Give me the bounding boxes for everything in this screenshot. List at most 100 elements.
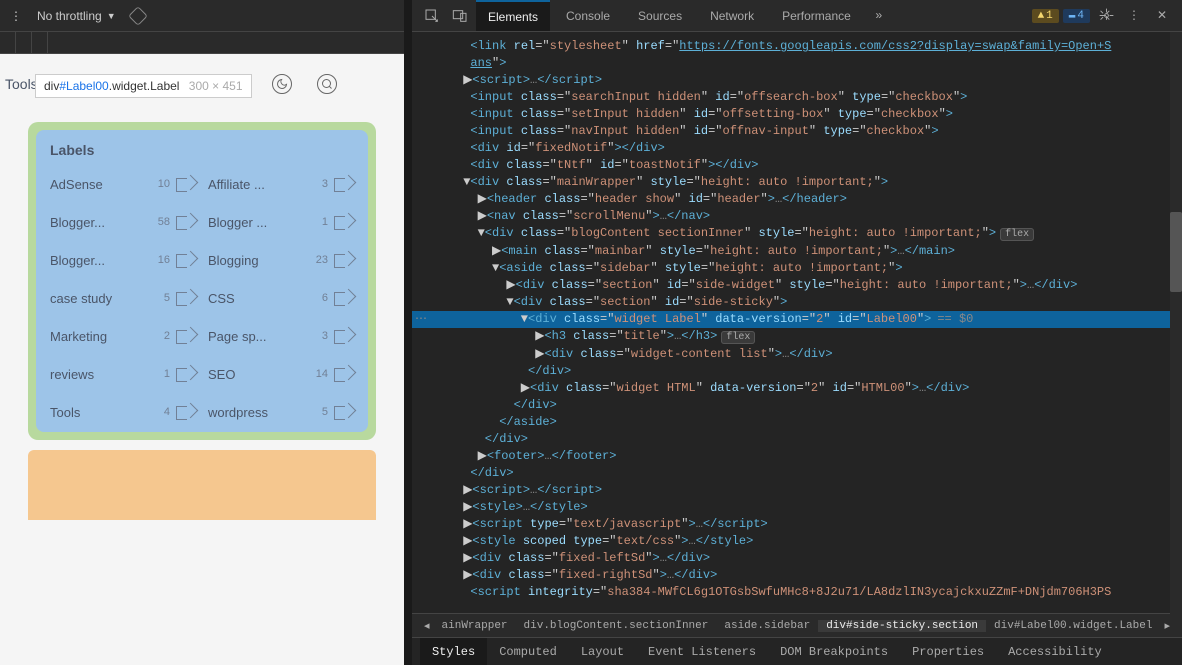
dom-line[interactable]: ▼<div class="section" id="side-sticky"> — [412, 294, 1182, 311]
label-item[interactable]: AdSense10 — [50, 176, 196, 192]
dom-line[interactable]: <input class="navInput hidden" id="offna… — [412, 123, 1182, 140]
dom-line[interactable]: ▼<div class="mainWrapper" style="height:… — [412, 174, 1182, 191]
dom-line[interactable]: <input class="setInput hidden" id="offse… — [412, 106, 1182, 123]
label-item[interactable]: Blogger...16 — [50, 252, 196, 268]
tooltip-dimensions: 300 × 451 — [189, 79, 243, 93]
label-item[interactable]: Blogger ...1 — [208, 214, 354, 230]
label-item[interactable]: Blogger...58 — [50, 214, 196, 230]
subtab-styles[interactable]: Styles — [420, 638, 487, 665]
warnings-badge[interactable]: ▲ 1 — [1032, 9, 1059, 23]
dom-line[interactable]: <div id="fixedNotif"></div> — [412, 140, 1182, 157]
dom-line[interactable]: ▼<div class="blogContent sectionInner" s… — [412, 225, 1182, 243]
pane-divider[interactable]: ⋮⋮ — [404, 0, 412, 665]
ruler-row — [0, 32, 404, 54]
crumb-3[interactable]: div#side-sticky.section — [818, 620, 986, 632]
arrow-icon — [176, 328, 196, 344]
label-count: 3 — [322, 330, 328, 342]
dom-line[interactable]: ans"> — [412, 55, 1182, 72]
scrollbar-thumb[interactable] — [1170, 212, 1182, 292]
label-item[interactable]: Blogging23 — [208, 252, 354, 268]
dom-line[interactable]: <link rel="stylesheet" href="https://fon… — [412, 38, 1182, 55]
label-item[interactable]: case study5 — [50, 290, 196, 306]
more-icon[interactable]: ⋮ — [10, 9, 22, 23]
label-count: 23 — [316, 254, 328, 266]
label-item[interactable]: wordpress5 — [208, 404, 354, 420]
tab-elements[interactable]: Elements — [476, 0, 550, 31]
tab-network[interactable]: Network — [698, 0, 766, 31]
crumb-4[interactable]: div#Label00.widget.Label — [986, 620, 1160, 632]
label-item[interactable]: Affiliate ...3 — [208, 176, 354, 192]
chevron-down-icon: ▼ — [107, 11, 116, 21]
subtab-accessibility[interactable]: Accessibility — [996, 638, 1114, 665]
dom-line[interactable]: ▶<footer>…</footer> — [412, 448, 1182, 465]
subtab-event-listeners[interactable]: Event Listeners — [636, 638, 768, 665]
dom-line[interactable]: </aside> — [412, 414, 1182, 431]
tab-console[interactable]: Console — [554, 0, 622, 31]
arrow-icon — [334, 366, 354, 382]
subtab-layout[interactable]: Layout — [569, 638, 636, 665]
label-name: Affiliate ... — [208, 177, 316, 192]
dom-line[interactable]: ⋯ ▼<div class="widget Label" data-versio… — [412, 311, 1182, 328]
label-count: 14 — [316, 368, 328, 380]
label-item[interactable]: reviews1 — [50, 366, 196, 382]
dom-line[interactable]: ▶<style>…</style> — [412, 499, 1182, 516]
dom-line[interactable]: ▶<div class="section" id="side-widget" s… — [412, 277, 1182, 294]
dom-line[interactable]: ▶<div class="fixed-rightSd">…</div> — [412, 567, 1182, 584]
label-name: wordpress — [208, 405, 316, 420]
subtab-properties[interactable]: Properties — [900, 638, 996, 665]
kebab-icon[interactable]: ⋮ — [1122, 4, 1146, 28]
crumb-0[interactable]: ainWrapper — [434, 620, 516, 632]
device-toolbar: ⋮ No throttling ▼ — [0, 0, 404, 32]
dom-tree[interactable]: <link rel="stylesheet" href="https://fon… — [412, 32, 1182, 613]
label-name: Blogger... — [50, 253, 152, 268]
label-name: SEO — [208, 367, 310, 382]
dom-line[interactable]: <div class="tNtf" id="toastNotif"></div> — [412, 157, 1182, 174]
dom-line[interactable]: ▶<header class="header show" id="header"… — [412, 191, 1182, 208]
crumb-2[interactable]: aside.sidebar — [716, 620, 818, 632]
more-tabs-icon[interactable]: » — [867, 4, 891, 28]
dom-line[interactable]: ▶<div class="widget HTML" data-version="… — [412, 380, 1182, 397]
label-item[interactable]: Marketing2 — [50, 328, 196, 344]
dom-line[interactable]: ▶<nav class="scrollMenu">…</nav> — [412, 208, 1182, 225]
subtab-computed[interactable]: Computed — [487, 638, 569, 665]
dom-line[interactable]: ▶<script>…</script> — [412, 482, 1182, 499]
breadcrumb-scroll-right[interactable]: ▸ — [1160, 619, 1174, 633]
dom-line[interactable]: ▶<div class="widget-content list">…</div… — [412, 346, 1182, 363]
rotate-icon[interactable] — [128, 6, 148, 26]
dom-line[interactable]: </div> — [412, 397, 1182, 414]
margin-highlight — [28, 450, 376, 520]
tab-sources[interactable]: Sources — [626, 0, 694, 31]
info-badge[interactable]: ▬ 4 — [1063, 9, 1090, 23]
dom-line[interactable]: ▶<script type="text/javascript">…</scrip… — [412, 516, 1182, 533]
inspect-icon[interactable] — [420, 4, 444, 28]
dom-line[interactable]: ▶<style scoped type="text/css">…</style> — [412, 533, 1182, 550]
scrollbar-vertical[interactable] — [1170, 32, 1182, 617]
label-name: AdSense — [50, 177, 152, 192]
dom-line[interactable]: </div> — [412, 465, 1182, 482]
dom-line[interactable]: ▼<aside class="sidebar" style="height: a… — [412, 260, 1182, 277]
dom-line[interactable]: ▶<div class="fixed-leftSd">…</div> — [412, 550, 1182, 567]
settings-icon[interactable] — [1094, 4, 1118, 28]
throttle-dropdown[interactable]: No throttling ▼ — [37, 9, 116, 23]
close-icon[interactable]: ✕ — [1150, 4, 1174, 28]
dom-line[interactable]: <script integrity="sha384-MWfCL6g1OTGsbS… — [412, 584, 1182, 601]
label-item[interactable]: Page sp...3 — [208, 328, 354, 344]
dom-line[interactable]: ▶<main class="mainbar" style="height: au… — [412, 243, 1182, 260]
dom-line[interactable]: <input class="searchInput hidden" id="of… — [412, 89, 1182, 106]
dom-line[interactable]: </div> — [412, 363, 1182, 380]
search-icon[interactable] — [317, 74, 337, 94]
tab-performance[interactable]: Performance — [770, 0, 863, 31]
label-item[interactable]: CSS6 — [208, 290, 354, 306]
dom-line[interactable]: ▶<h3 class="title">…</h3>flex — [412, 328, 1182, 346]
dom-line[interactable]: ▶<script>…</script> — [412, 72, 1182, 89]
page-preview: Tools ⌄ Sitemap SVG Icons New! div#Label… — [0, 54, 404, 665]
breadcrumb-scroll-left[interactable]: ◂ — [420, 619, 434, 633]
label-item[interactable]: SEO 14 — [208, 366, 354, 382]
crumb-1[interactable]: div.blogContent.sectionInner — [516, 620, 717, 632]
label-item[interactable]: Tools4 — [50, 404, 196, 420]
device-toggle-icon[interactable] — [448, 4, 472, 28]
dom-line[interactable]: </div> — [412, 431, 1182, 448]
label-name: Marketing — [50, 329, 158, 344]
subtab-dom-breakpoints[interactable]: DOM Breakpoints — [768, 638, 900, 665]
moon-icon[interactable] — [272, 74, 292, 94]
